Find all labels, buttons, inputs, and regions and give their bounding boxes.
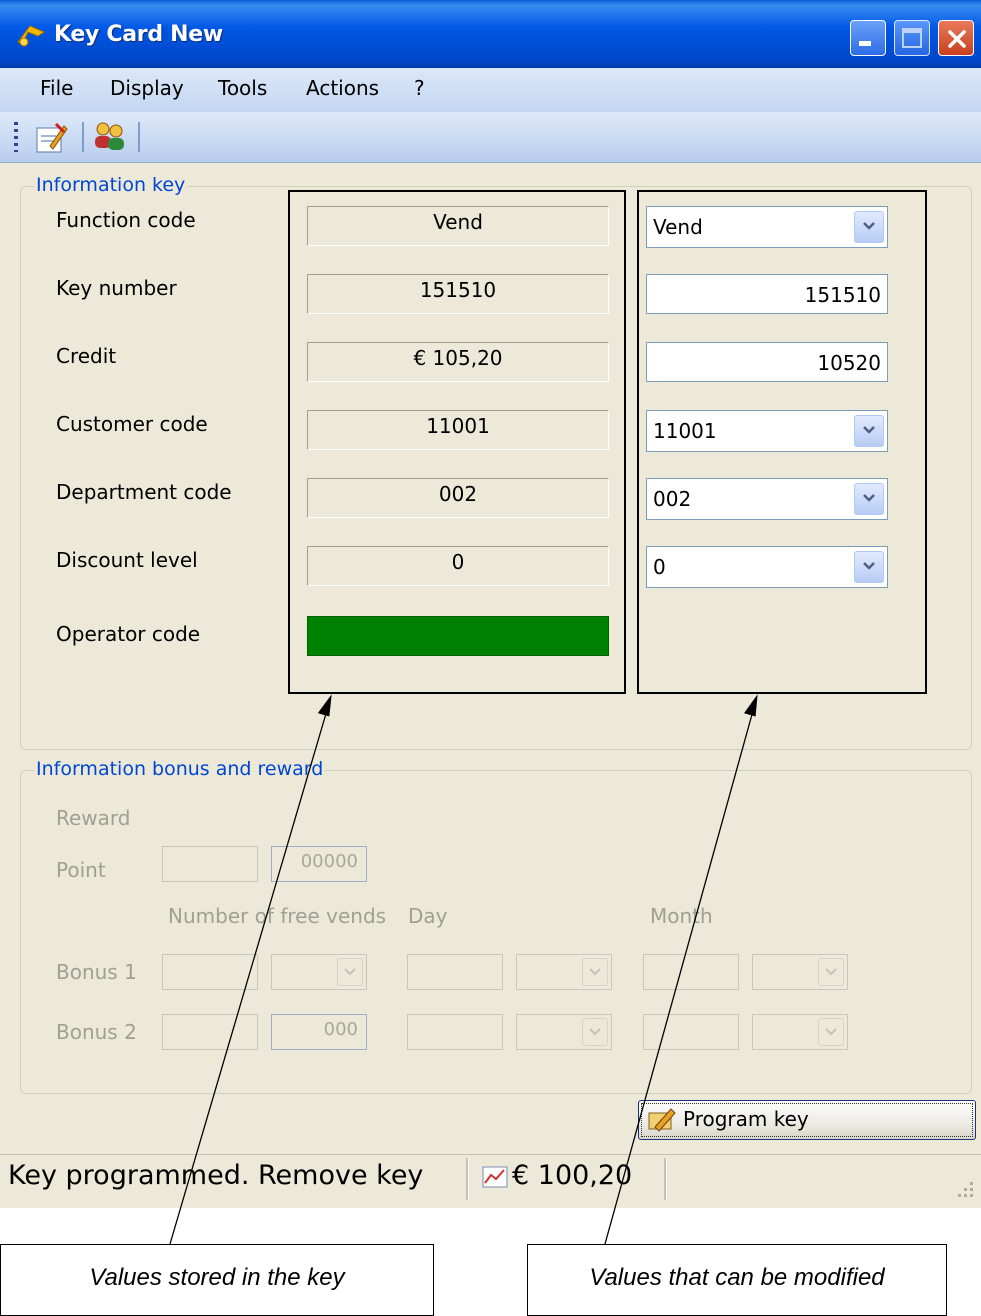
callout-stored-values: Values stored in the key xyxy=(0,1244,434,1316)
annotation-arrows xyxy=(169,694,758,1245)
callout-modifiable-values: Values that can be modified xyxy=(527,1244,947,1316)
